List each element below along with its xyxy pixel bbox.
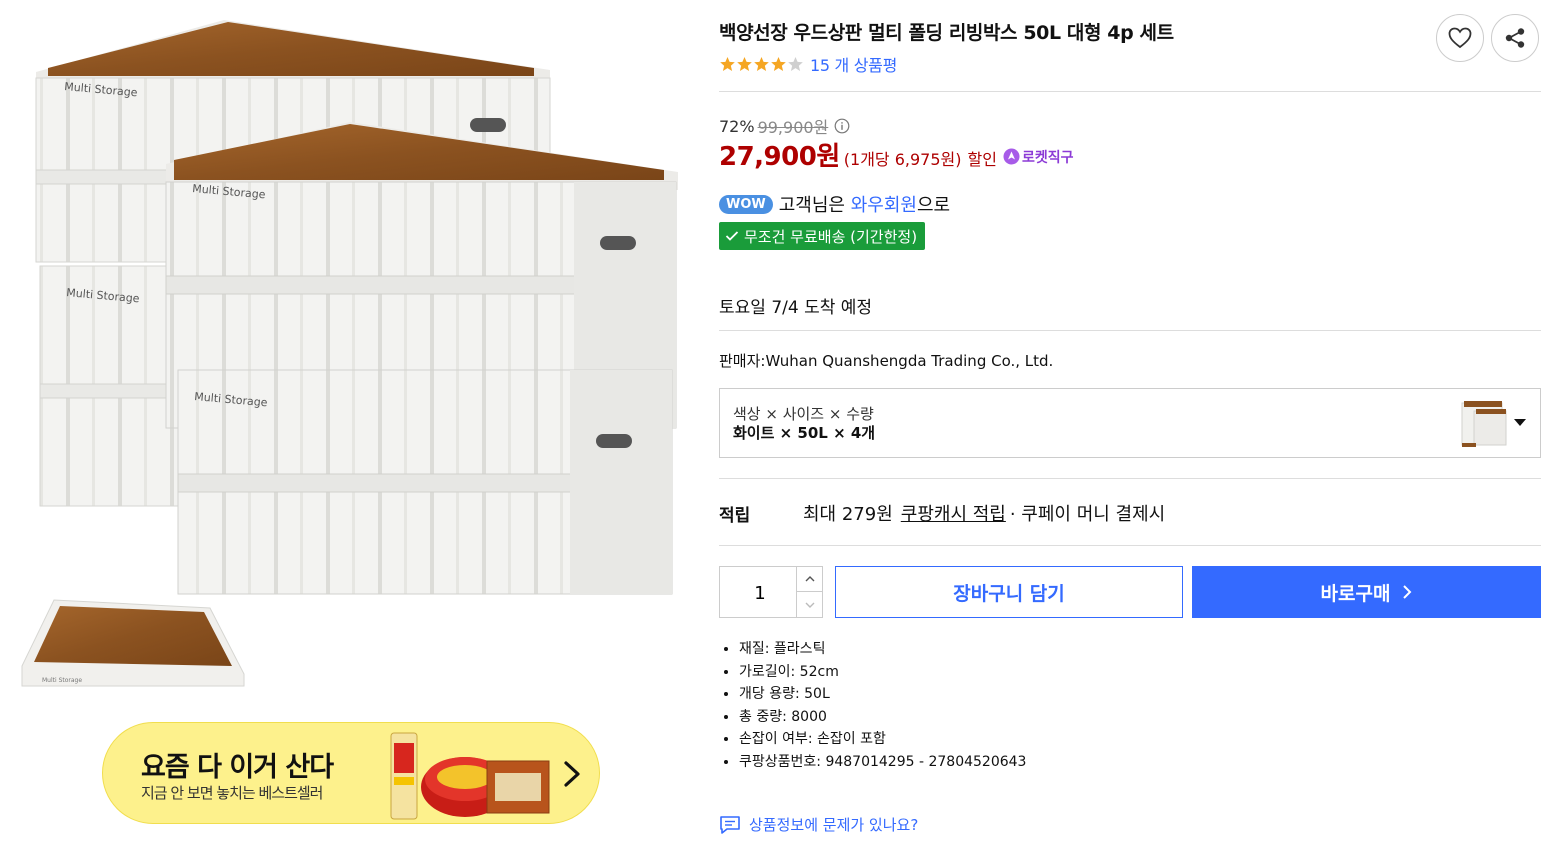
sale-label: 할인: [967, 150, 997, 169]
rocket-icon: [1003, 148, 1020, 165]
star-rating: [719, 56, 804, 72]
quantity-increase-button[interactable]: [796, 567, 823, 592]
unit-price: (1개당 6,975원): [843, 150, 962, 169]
points-row: 적립 최대 279원 쿠팡캐시 적립 · 쿠페이 머니 결제시: [719, 500, 1165, 526]
spec-item: 재질: 플라스틱: [739, 638, 1026, 661]
star-icon: [771, 57, 786, 71]
option-value: 화이트 × 50L × 4개: [733, 424, 876, 442]
banner-title: 요즘 다 이거 산다: [141, 752, 334, 783]
wishlist-button[interactable]: [1436, 14, 1484, 62]
chevron-down-icon: [805, 602, 815, 608]
star-icon: [788, 57, 803, 71]
comment-icon: [720, 815, 740, 834]
divider: [719, 330, 1541, 331]
image-area: Multi Storage Multi Storage Multi Storag…: [0, 0, 700, 850]
wow-highlight: 와우회원: [850, 195, 917, 216]
spec-list: 재질: 플라스틱가로길이: 52cm개당 용량: 50L총 중량: 8000손잡…: [719, 638, 1026, 773]
sale-price: 27,900원: [719, 142, 840, 172]
chevron-up-icon: [805, 576, 815, 582]
original-price: 99,900원: [757, 118, 829, 137]
free-shipping-label: 무조건 무료배송 (기간한정): [744, 227, 918, 246]
coupang-cash-link[interactable]: 쿠팡캐시 적립: [901, 500, 1006, 526]
share-icon: [1505, 28, 1525, 48]
points-label: 적립: [719, 505, 751, 526]
chevron-right-icon: [1403, 585, 1412, 599]
chevron-right-icon: [564, 761, 580, 787]
heart-icon: [1448, 27, 1472, 49]
product-image: Multi Storage Multi Storage Multi Storag…: [21, 20, 678, 687]
option-selector[interactable]: 색상 × 사이즈 × 수량 화이트 × 50L × 4개: [719, 388, 1541, 458]
seller-name: 판매자:Wuhan Quanshengda Trading Co., Ltd.: [719, 352, 1054, 370]
points-amount: 최대 279원: [803, 504, 893, 525]
quantity-input[interactable]: [720, 567, 800, 619]
star-icon: [754, 57, 769, 71]
product-title: 백양선장 우드상판 멀티 폴딩 리빙박스 50L 대형 4p 세트: [719, 22, 1174, 44]
original-price-row: 72% 99,900원: [719, 114, 850, 138]
add-to-cart-button[interactable]: 장바구니 담기: [835, 566, 1183, 618]
spec-item: 가로길이: 52cm: [739, 661, 1026, 684]
star-icon: [720, 57, 735, 71]
spec-item: 손잡이 여부: 손잡이 포함: [739, 728, 1026, 751]
check-icon: [725, 231, 739, 241]
rating-row: 15 개 상품평: [719, 52, 897, 76]
spec-item: 개당 용량: 50L: [739, 683, 1026, 706]
quantity-stepper: [719, 566, 823, 619]
option-header: 색상 × 사이즈 × 수량: [733, 405, 874, 423]
spec-item: 총 중량: 8000: [739, 706, 1026, 729]
rocket-direct-badge: 로켓직구: [1003, 147, 1074, 167]
sale-price-row: 27,900원 (1개당 6,975원) 할인 로켓직구: [719, 136, 1073, 173]
wow-prefix: 고객님은: [778, 195, 851, 216]
rocket-badge-label: 로켓직구: [1021, 149, 1074, 166]
info-icon[interactable]: [834, 118, 850, 134]
star-icon: [737, 57, 752, 71]
divider: [719, 91, 1541, 92]
report-issue-label: 상품정보에 문제가 있나요?: [749, 816, 919, 834]
banner-products-image: [390, 732, 550, 820]
wow-suffix: 으로: [916, 195, 951, 216]
free-shipping-badge: 무조건 무료배송 (기간한정): [719, 222, 926, 250]
delivery-estimate: 토요일 7/4 도착 예정: [719, 298, 873, 318]
quantity-decrease-button[interactable]: [796, 592, 823, 617]
caret-down-icon: [1514, 419, 1526, 426]
divider: [719, 478, 1541, 479]
spec-item: 쿠팡상품번호: 9487014295 - 27804520643: [739, 751, 1026, 774]
loose-lid: Multi Storage: [21, 599, 245, 687]
banner-subtitle: 지금 안 보면 놓치는 베스트셀러: [141, 784, 323, 802]
wow-badge: WOW: [719, 194, 773, 214]
option-thumbnail: [1461, 401, 1507, 447]
buy-now-label: 바로구매: [1320, 582, 1391, 605]
share-button[interactable]: [1491, 14, 1539, 62]
points-condition: · 쿠페이 머니 결제시: [1009, 504, 1166, 525]
box-front-bottom: Multi Storage: [177, 369, 673, 595]
discount-rate: 72%: [719, 116, 755, 136]
svg-text:Multi Storage: Multi Storage: [42, 677, 82, 684]
wow-member-row: WOW 고객님은 와우회원 으로: [719, 191, 950, 217]
divider: [719, 545, 1541, 546]
review-count-link[interactable]: 15 개 상품평: [810, 52, 897, 76]
buy-now-button[interactable]: 바로구매: [1192, 566, 1541, 618]
promo-banner[interactable]: 요즘 다 이거 산다 지금 안 보면 놓치는 베스트셀러: [102, 722, 600, 824]
report-issue-link[interactable]: 상품정보에 문제가 있나요?: [719, 814, 918, 835]
